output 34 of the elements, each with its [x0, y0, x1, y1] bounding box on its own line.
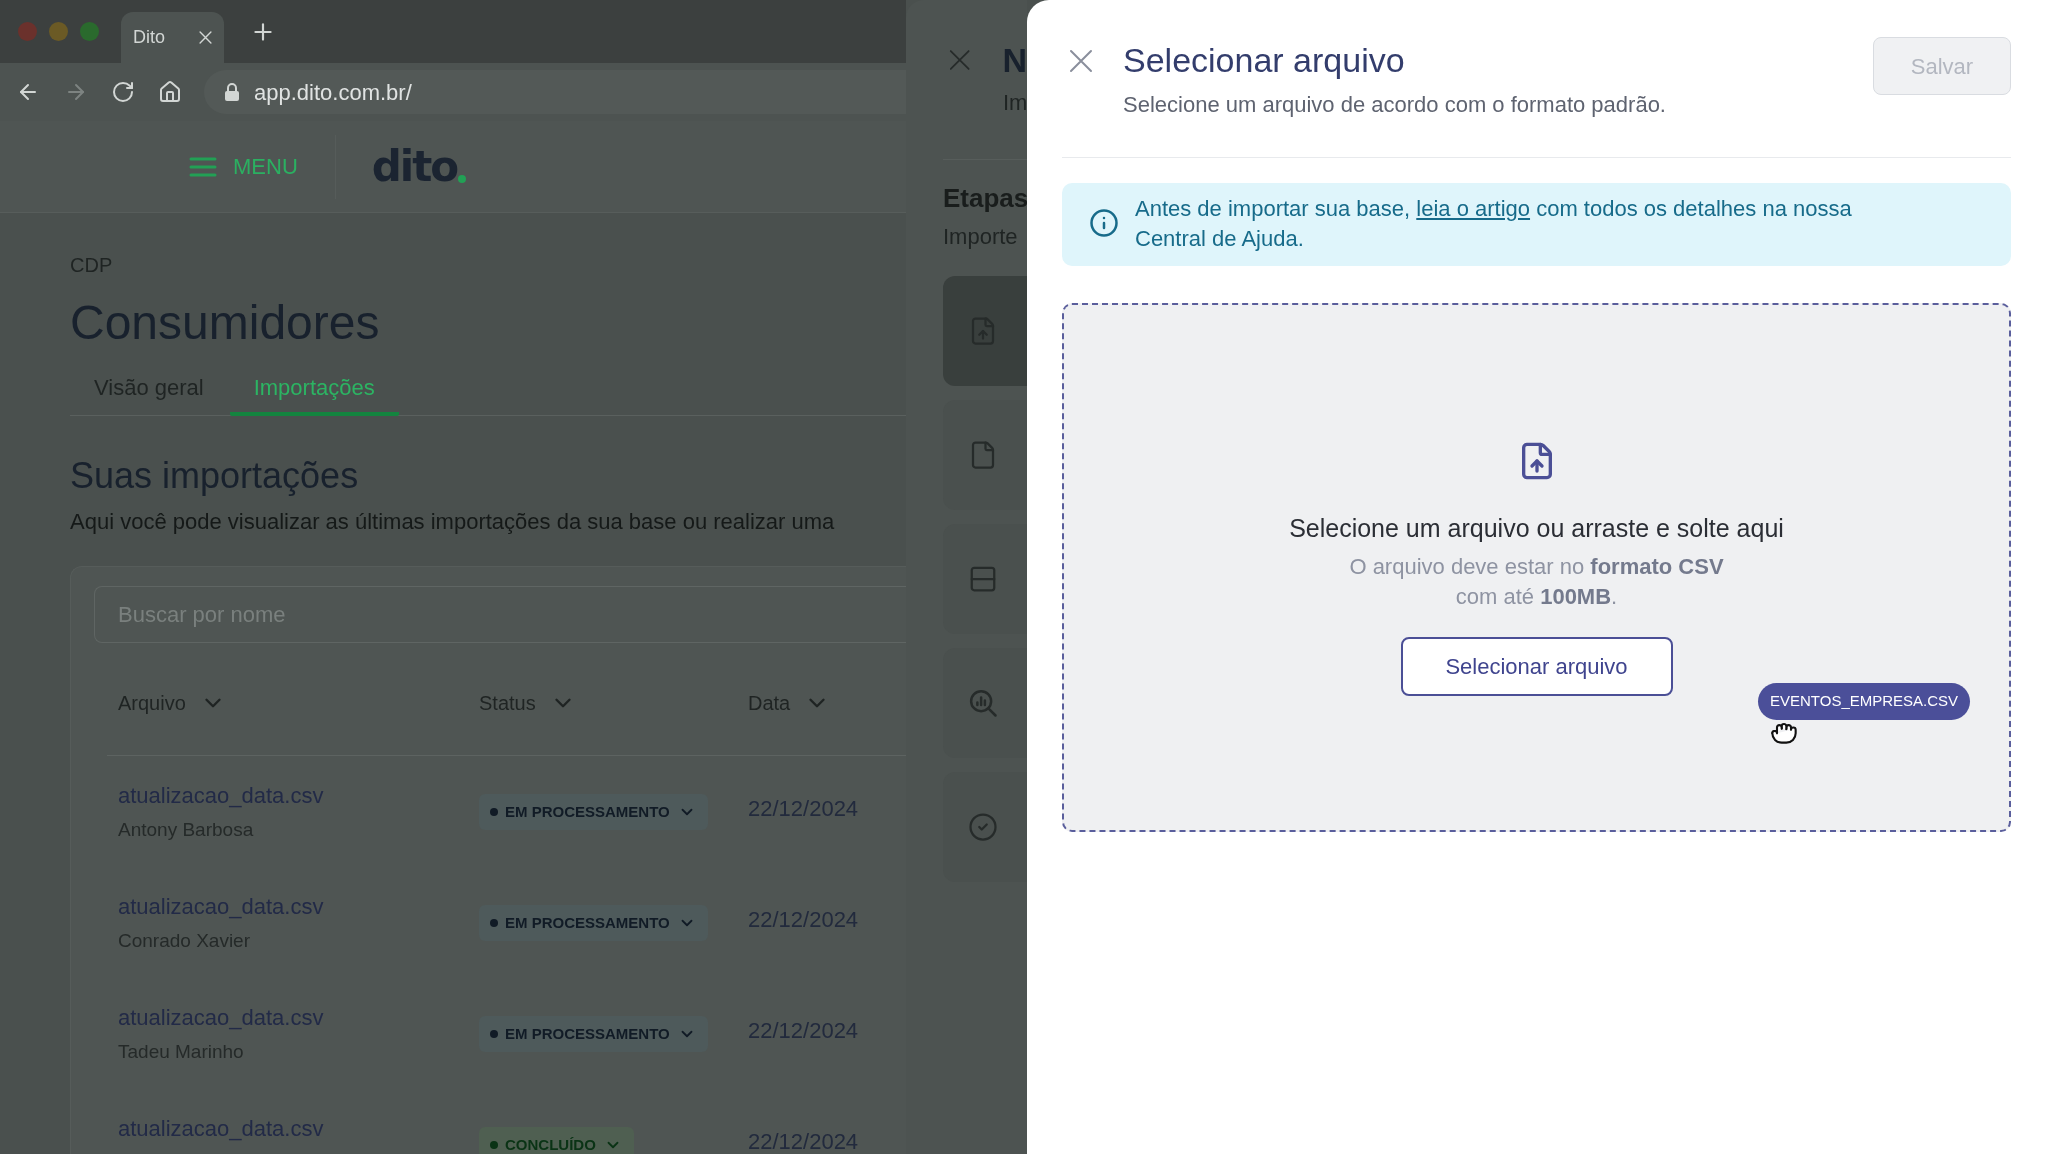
- lock-icon: [224, 82, 240, 102]
- status-badge[interactable]: EM PROCESSAMENTO: [479, 1016, 708, 1052]
- status-badge[interactable]: EM PROCESSAMENTO: [479, 794, 708, 830]
- file-requirements: O arquivo deve estar no formato CSV com até 100MB.: [1349, 553, 1724, 611]
- page-tab[interactable]: Importações: [229, 373, 399, 416]
- section-description: Aqui você pode visualizar as últimas importações da sua base ou realizar uma: [70, 508, 835, 536]
- dropzone[interactable]: Selecione um arquivo ou arraste e solte aqui O arquivo deve estar no formato CSV com até 100MB. Selecionar arquivo EVENTOS_EMPRESA.CSV: [1062, 303, 2011, 832]
- menu-button[interactable]: MENU: [189, 150, 298, 183]
- notice-text: Antes de importar sua base, leia o artigo com todos os detalhes na nossa Central de Ajuda.: [1135, 195, 1853, 253]
- info-icon: [1089, 208, 1119, 238]
- drawer-subtitle: Selecione um arquivo de acordo com o formato padrão.: [1123, 91, 1666, 119]
- window-close-icon[interactable]: [18, 22, 37, 41]
- status-badge[interactable]: CONCLUÍDO: [479, 1127, 634, 1154]
- window-minimize-icon[interactable]: [49, 22, 68, 41]
- status-badge[interactable]: EM PROCESSAMENTO: [479, 905, 708, 941]
- address-bar[interactable]: app.dito.com.br/: [204, 70, 906, 114]
- close-icon[interactable]: [949, 49, 971, 71]
- window-zoom-icon[interactable]: [80, 22, 99, 41]
- home-icon[interactable]: [158, 80, 182, 104]
- menu-icon: [189, 156, 217, 177]
- dropzone-title: Selecione um arquivo ou arraste e solte aqui: [1289, 513, 1784, 544]
- drawer-title: Selecionar arquivo: [1123, 40, 1405, 81]
- browser-tab[interactable]: Dito: [121, 12, 224, 63]
- close-tab-icon[interactable]: [199, 31, 212, 44]
- step-card[interactable]: [943, 276, 1027, 386]
- close-icon[interactable]: [1069, 49, 1093, 73]
- check-circle-icon: [968, 812, 998, 842]
- dragged-file-chip[interactable]: EVENTOS_EMPRESA.CSV: [1758, 683, 1971, 720]
- reload-icon[interactable]: [111, 80, 135, 104]
- article-link[interactable]: leia o artigo: [1416, 196, 1531, 221]
- chart-search-icon: [968, 688, 998, 718]
- tab-title: Dito: [133, 26, 165, 49]
- rows-icon: [968, 564, 998, 594]
- select-file-button[interactable]: Selecionar arquivo: [1400, 637, 1673, 696]
